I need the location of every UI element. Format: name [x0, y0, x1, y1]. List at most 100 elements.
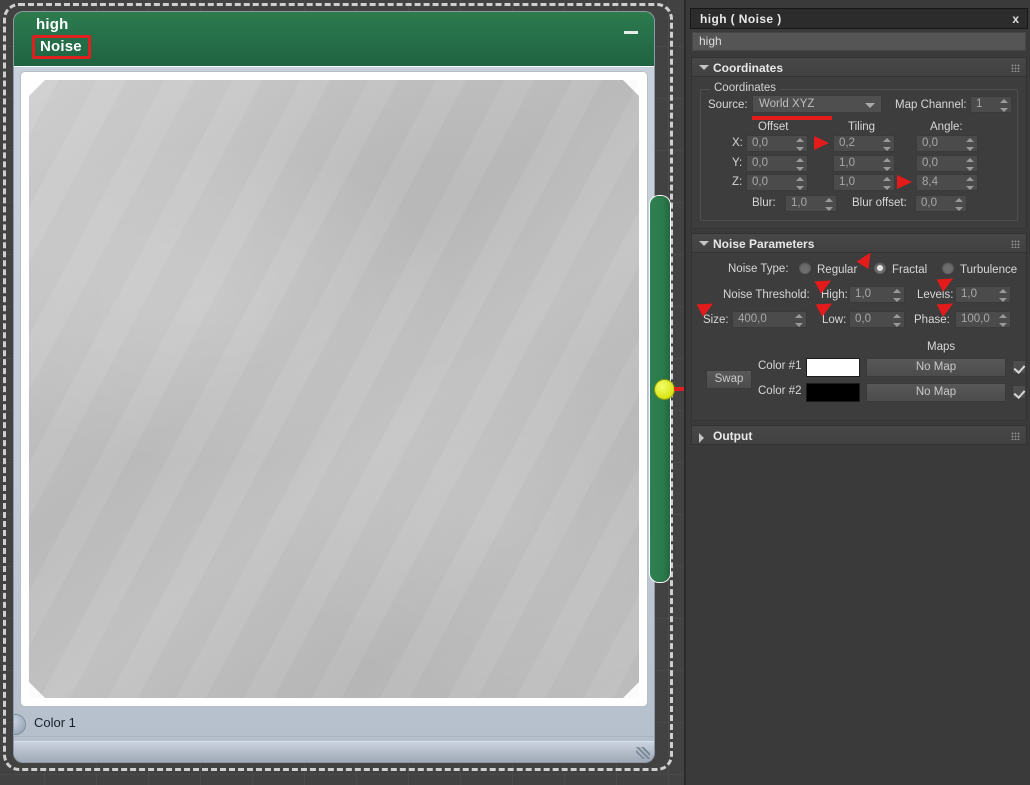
output-wire-stub: [674, 387, 684, 391]
rollout-noise-parameters: Noise Parameters Noise Type: Regular Fra…: [691, 233, 1027, 421]
color1-label: Color #1: [758, 360, 802, 372]
coordinates-group-legend: Coordinates: [710, 82, 781, 94]
swap-button[interactable]: Swap: [706, 370, 752, 389]
low-stepper[interactable]: 0,0: [849, 311, 905, 328]
color2-swatch[interactable]: [806, 383, 860, 402]
input-socket-icon[interactable]: [14, 715, 25, 734]
output-socket[interactable]: [655, 380, 674, 399]
phase-stepper[interactable]: 100,0: [955, 311, 1011, 328]
blur-offset-stepper[interactable]: 0,0: [915, 195, 967, 212]
grip-dots-icon[interactable]: [1011, 240, 1020, 248]
resize-grip[interactable]: [636, 747, 650, 759]
high-value: 1,0: [855, 288, 871, 300]
rollout-coordinates-header[interactable]: Coordinates: [691, 57, 1027, 77]
chevron-down-icon[interactable]: [699, 241, 709, 246]
stepper-arrows-icon[interactable]: [966, 158, 974, 171]
rollout-title: Output: [713, 429, 753, 443]
offset-x-value: 0,0: [752, 137, 768, 149]
color2-label: Color #2: [758, 385, 802, 397]
stepper-arrows-icon[interactable]: [999, 289, 1007, 302]
tiling-z-stepper[interactable]: 1,0: [833, 174, 895, 191]
annotation-arrow-angle-z: [897, 175, 912, 189]
size-stepper[interactable]: 400,0: [732, 311, 807, 328]
rollout-coordinates: Coordinates Coordinates Source: World XY…: [691, 57, 1027, 229]
high-stepper[interactable]: 1,0: [849, 286, 905, 303]
chevron-down-icon[interactable]: [699, 65, 709, 70]
levels-stepper[interactable]: 1,0: [955, 286, 1011, 303]
tiling-y-value: 1,0: [839, 157, 855, 169]
offset-x-stepper[interactable]: 0,0: [746, 135, 808, 152]
angle-x-stepper[interactable]: 0,0: [916, 135, 978, 152]
annotation-arrow-tiling-x: [814, 136, 829, 150]
color1-map-button[interactable]: No Map: [866, 358, 1006, 377]
node-editor-canvas[interactable]: high Noise Color 1 Color 2: [0, 0, 684, 785]
stepper-arrows-icon[interactable]: [883, 158, 891, 171]
panel-titlebar: high ( Noise ) x: [690, 8, 1028, 29]
color2-enable-checkbox[interactable]: [1012, 385, 1026, 399]
node-input-color1[interactable]: Color 1: [14, 711, 654, 737]
material-name-input[interactable]: high: [692, 32, 1026, 51]
panel-title: high ( Noise ): [700, 12, 782, 26]
color1-swatch[interactable]: [806, 358, 860, 377]
stepper-arrows-icon[interactable]: [825, 198, 833, 211]
chevron-down-icon[interactable]: [865, 103, 875, 108]
noise-type-label: Noise Type:: [728, 263, 789, 275]
tiling-y-stepper[interactable]: 1,0: [833, 155, 895, 172]
blur-offset-label: Blur offset:: [852, 197, 907, 209]
low-value: 0,0: [855, 313, 871, 325]
source-dropdown[interactable]: World XYZ: [752, 95, 882, 113]
radio-fractal-label: Fractal: [892, 264, 928, 276]
material-node[interactable]: high Noise Color 1 Color 2: [14, 12, 654, 762]
stepper-arrows-icon[interactable]: [796, 158, 804, 171]
blur-value: 1,0: [791, 197, 807, 209]
chevron-right-icon[interactable]: [699, 433, 704, 443]
levels-value: 1,0: [961, 288, 977, 300]
rollout-noise-parameters-header[interactable]: Noise Parameters: [691, 233, 1027, 253]
axis-label-x: X:: [732, 137, 743, 149]
stepper-arrows-icon[interactable]: [796, 177, 804, 190]
radio-regular[interactable]: [799, 262, 811, 274]
size-value: 400,0: [738, 313, 767, 325]
angle-z-stepper[interactable]: 8,4: [916, 174, 978, 191]
stepper-arrows-icon[interactable]: [955, 198, 963, 211]
angle-y-stepper[interactable]: 0,0: [916, 155, 978, 172]
map-channel-stepper[interactable]: 1: [970, 96, 1012, 113]
stepper-arrows-icon[interactable]: [796, 138, 804, 151]
color2-map-label: No Map: [915, 386, 957, 398]
offset-y-stepper[interactable]: 0,0: [746, 155, 808, 172]
rollout-output-header[interactable]: Output: [691, 425, 1027, 445]
angle-z-value: 8,4: [922, 176, 938, 188]
blur-stepper[interactable]: 1,0: [785, 195, 837, 212]
stepper-arrows-icon[interactable]: [966, 138, 974, 151]
close-icon[interactable]: x: [1012, 12, 1019, 26]
stepper-arrows-icon[interactable]: [883, 138, 891, 151]
stepper-arrows-icon[interactable]: [966, 177, 974, 190]
rollout-noise-parameters-body: Noise Type: Regular Fractal Turbulence N…: [691, 248, 1027, 421]
node-header[interactable]: high Noise: [14, 12, 654, 67]
column-offset-label: Offset: [758, 121, 789, 133]
app-root: high Noise Color 1 Color 2: [0, 0, 1030, 785]
minimize-icon[interactable]: [624, 31, 638, 34]
offset-z-stepper[interactable]: 0,0: [746, 174, 808, 191]
grip-dots-icon[interactable]: [1011, 64, 1020, 72]
size-label: Size:: [703, 314, 729, 326]
stepper-arrows-icon[interactable]: [893, 289, 901, 302]
color2-map-button[interactable]: No Map: [866, 383, 1006, 402]
stepper-arrows-icon[interactable]: [883, 177, 891, 190]
stepper-arrows-icon[interactable]: [999, 314, 1007, 327]
noise-preview-image[interactable]: [29, 80, 639, 698]
stepper-arrows-icon[interactable]: [893, 314, 901, 327]
color1-enable-checkbox[interactable]: [1012, 360, 1026, 374]
column-tiling-label: Tiling: [848, 121, 876, 133]
rollout-output: Output: [691, 425, 1027, 445]
grip-dots-icon[interactable]: [1011, 432, 1020, 440]
node-preview-frame: [21, 72, 647, 706]
stepper-arrows-icon[interactable]: [795, 314, 803, 327]
source-label: Source:: [708, 99, 748, 111]
offset-z-value: 0,0: [752, 176, 768, 188]
rollout-coordinates-body: Coordinates Source: World XYZ Map Channe…: [691, 77, 1027, 229]
stepper-arrows-icon[interactable]: [1000, 99, 1008, 112]
tiling-x-stepper[interactable]: 0,2: [833, 135, 895, 152]
radio-fractal[interactable]: [874, 262, 886, 274]
preview-bevel-bottomleft: [29, 682, 45, 698]
